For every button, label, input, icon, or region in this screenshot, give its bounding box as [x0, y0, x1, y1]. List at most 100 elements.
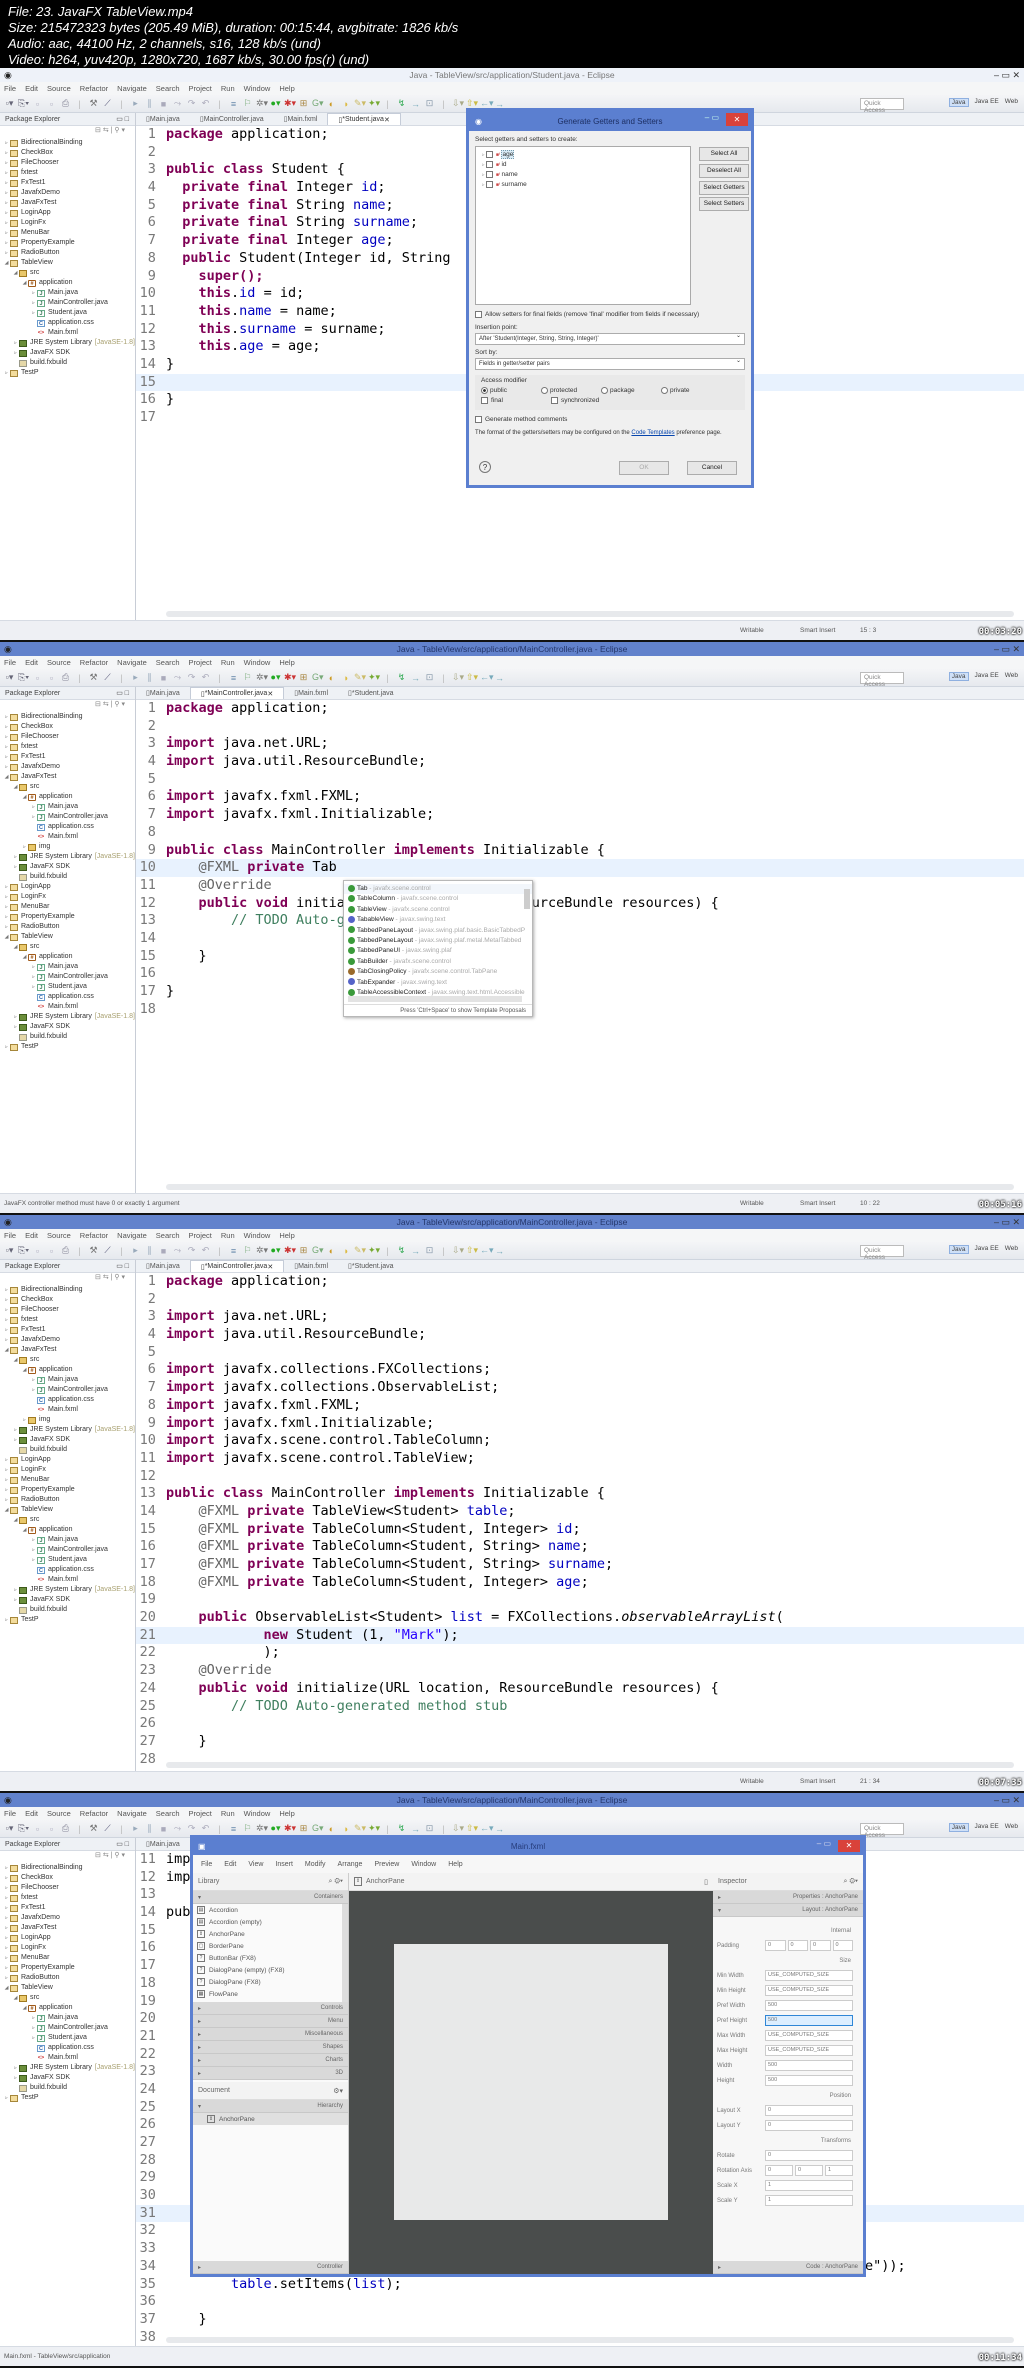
- menu-project[interactable]: Project: [189, 1231, 212, 1240]
- scale-y-field[interactable]: 1: [765, 2195, 853, 2206]
- tree-item[interactable]: ▹ LoginApp: [0, 208, 135, 218]
- completion-item[interactable]: TabClosingPolicy - javafx.scene.control.…: [344, 967, 532, 977]
- sb-menu-arrange[interactable]: Arrange: [338, 1861, 363, 1868]
- tree-item[interactable]: ▹ LoginApp: [0, 1455, 135, 1465]
- code-text[interactable]: @FXML private TableColumn<Student, Integ…: [166, 1521, 581, 1539]
- collapsed-arrow-icon[interactable]: ▹: [12, 2073, 19, 2083]
- toolbar-button-icon[interactable]: ◐: [326, 673, 337, 683]
- tree-item[interactable]: <> Main.fxml: [0, 832, 135, 842]
- collapsed-arrow-icon[interactable]: ▹: [3, 1903, 10, 1913]
- window-controls[interactable]: – ▭ ✕: [994, 1217, 1020, 1228]
- completion-item[interactable]: TabExpander - javax.swing.text: [344, 978, 532, 988]
- toolbar-button-icon[interactable]: ✎▾: [354, 98, 366, 109]
- field-item[interactable]: ▹ ■ᶠ surname: [482, 181, 684, 191]
- code-text[interactable]: import javafx.collections.ObservableList…: [166, 1379, 499, 1397]
- tree-item[interactable]: ◢ src: [0, 1515, 135, 1525]
- toolbar-button-icon[interactable]: ⎙: [60, 1245, 71, 1256]
- toolbar-button-icon[interactable]: ▫▾: [4, 98, 15, 109]
- tree-item[interactable]: ▹ CheckBox: [0, 148, 135, 158]
- access-radio-public[interactable]: public: [481, 387, 541, 394]
- collapsed-arrow-icon[interactable]: ▹: [3, 1883, 10, 1893]
- toolbar-button-icon[interactable]: ↶: [200, 98, 211, 109]
- tree-item[interactable]: ▹ BidirectionalBinding: [0, 1863, 135, 1873]
- code-text[interactable]: private final String surname;: [166, 214, 418, 232]
- tree-item[interactable]: ▹ JavafxDemo: [0, 762, 135, 772]
- code-text[interactable]: this.age = age;: [166, 338, 321, 356]
- tree-item[interactable]: ▹ JavafxDemo: [0, 1913, 135, 1923]
- library-section[interactable]: ▸ Controls: [193, 2002, 348, 2015]
- code-line[interactable]: 27 }: [136, 1733, 1024, 1751]
- toolbar-button-icon[interactable]: ⎙: [60, 672, 71, 683]
- tree-item[interactable]: <> Main.fxml: [0, 1405, 135, 1415]
- tree-item[interactable]: build.fxbuild: [0, 1605, 135, 1615]
- completion-item[interactable]: TabbedPaneLayout - javax.swing.plaf.basi…: [344, 926, 532, 936]
- perspective-java[interactable]: Java: [948, 1245, 969, 1254]
- completion-item[interactable]: TabBuilder - javafx.scene.control: [344, 957, 532, 967]
- toolbar-button-icon[interactable]: ⚒: [88, 1823, 99, 1834]
- toolbar-button-icon[interactable]: ✲▾: [256, 1245, 268, 1256]
- ok-button[interactable]: OK: [619, 461, 669, 475]
- menu-edit[interactable]: Edit: [25, 84, 38, 93]
- collapsed-arrow-icon[interactable]: ▹: [3, 1285, 10, 1295]
- collapsed-arrow-icon[interactable]: ▹: [3, 228, 10, 238]
- expanded-arrow-icon[interactable]: ◢: [3, 1345, 10, 1355]
- editor-tab[interactable]: ▯ *Student.java: [338, 687, 404, 699]
- expanded-arrow-icon[interactable]: ◢: [12, 268, 19, 278]
- tree-item[interactable]: ◢ TableView: [0, 1505, 135, 1515]
- anchorpane-canvas[interactable]: [394, 1944, 668, 2220]
- code-line[interactable]: 11 @Override: [136, 877, 1024, 895]
- code-line[interactable]: 14: [136, 930, 1024, 948]
- toolbar-button-icon[interactable]: ⊡: [424, 1245, 435, 1256]
- collapsed-arrow-icon[interactable]: ▹: [3, 1485, 10, 1495]
- toolbar-button-icon[interactable]: ✦▾: [368, 672, 380, 683]
- toolbar-button-icon[interactable]: ⊡: [424, 98, 435, 109]
- collapsed-arrow-icon[interactable]: ▹: [3, 1295, 10, 1305]
- close-icon[interactable]: ✕: [726, 113, 748, 126]
- tree-item[interactable]: ▹ TestP: [0, 1615, 135, 1625]
- code-text[interactable]: import java.util.ResourceBundle;: [166, 1326, 426, 1344]
- collapsed-arrow-icon[interactable]: ▹: [3, 138, 10, 148]
- toolbar-button-icon[interactable]: ⎘▾: [18, 672, 29, 683]
- editor-horizontal-scrollbar[interactable]: [166, 2337, 1014, 2343]
- tree-item[interactable]: ▹ J Student.java: [0, 982, 135, 992]
- toolbar-button-icon[interactable]: ←▾: [480, 1823, 494, 1834]
- library-item[interactable]: ▢ BorderPane: [193, 1940, 342, 1952]
- toolbar-button-icon[interactable]: ⟋: [102, 98, 113, 109]
- code-text[interactable]: @FXML private TableColumn<Student, Integ…: [166, 1574, 589, 1592]
- toolbar-button-icon[interactable]: →: [410, 673, 421, 683]
- tree-item[interactable]: ▹ FxTest1: [0, 1325, 135, 1335]
- toolbar-button-icon[interactable]: ↯: [396, 1245, 407, 1256]
- collapsed-arrow-icon[interactable]: ▹: [3, 1495, 10, 1505]
- toolbar-button-icon[interactable]: ⚐: [242, 1823, 253, 1834]
- tree-item[interactable]: ◢ JavaFxTest: [0, 1345, 135, 1355]
- collapsed-arrow-icon[interactable]: ▹: [3, 1933, 10, 1943]
- collapsed-arrow-icon[interactable]: ▹: [3, 922, 10, 932]
- toolbar-button-icon[interactable]: ▫: [32, 1246, 43, 1256]
- toolbar-button-icon[interactable]: ←▾: [480, 1245, 494, 1256]
- sb-menu-preview[interactable]: Preview: [374, 1861, 399, 1868]
- collapsed-arrow-icon[interactable]: ▹: [30, 1535, 37, 1545]
- menu-project[interactable]: Project: [189, 1809, 212, 1818]
- code-text[interactable]: public class Student {: [166, 161, 345, 179]
- tree-item[interactable]: Capplication.css: [0, 2043, 135, 2053]
- tree-item[interactable]: ▹ FxTest1: [0, 1903, 135, 1913]
- library-item[interactable]: ? ButtonBar (FX8): [193, 1952, 342, 1964]
- tree-item[interactable]: ▹ J Student.java: [0, 2033, 135, 2043]
- tree-item[interactable]: <> Main.fxml: [0, 328, 135, 338]
- tree-item[interactable]: ▹ J MainController.java: [0, 812, 135, 822]
- toolbar-button-icon[interactable]: ▫: [46, 99, 57, 109]
- tree-item[interactable]: ▹ JavaFX SDK: [0, 348, 135, 358]
- tree-item[interactable]: ◢ TableView: [0, 932, 135, 942]
- tree-item[interactable]: ▹ JRE System Library [JavaSE-1.8]: [0, 852, 135, 862]
- collapsed-arrow-icon[interactable]: ▹: [30, 298, 37, 308]
- tree-item[interactable]: ◢ src: [0, 942, 135, 952]
- code-line[interactable]: 13 // TODO Auto-generated method stub: [136, 912, 1024, 930]
- collapsed-arrow-icon[interactable]: ▹: [3, 712, 10, 722]
- library-item[interactable]: ▤ Accordion (empty): [193, 1916, 342, 1928]
- section-code[interactable]: ▸ Code : AnchorPane: [713, 2261, 863, 2274]
- perspective-java-ee[interactable]: Java EE: [975, 1823, 999, 1832]
- code-text[interactable]: this.name = name;: [166, 303, 337, 321]
- toolbar-button-icon[interactable]: ▫: [46, 673, 57, 683]
- tree-item[interactable]: ▹ JRE System Library [JavaSE-1.8]: [0, 338, 135, 348]
- tree-item[interactable]: ▹ CheckBox: [0, 722, 135, 732]
